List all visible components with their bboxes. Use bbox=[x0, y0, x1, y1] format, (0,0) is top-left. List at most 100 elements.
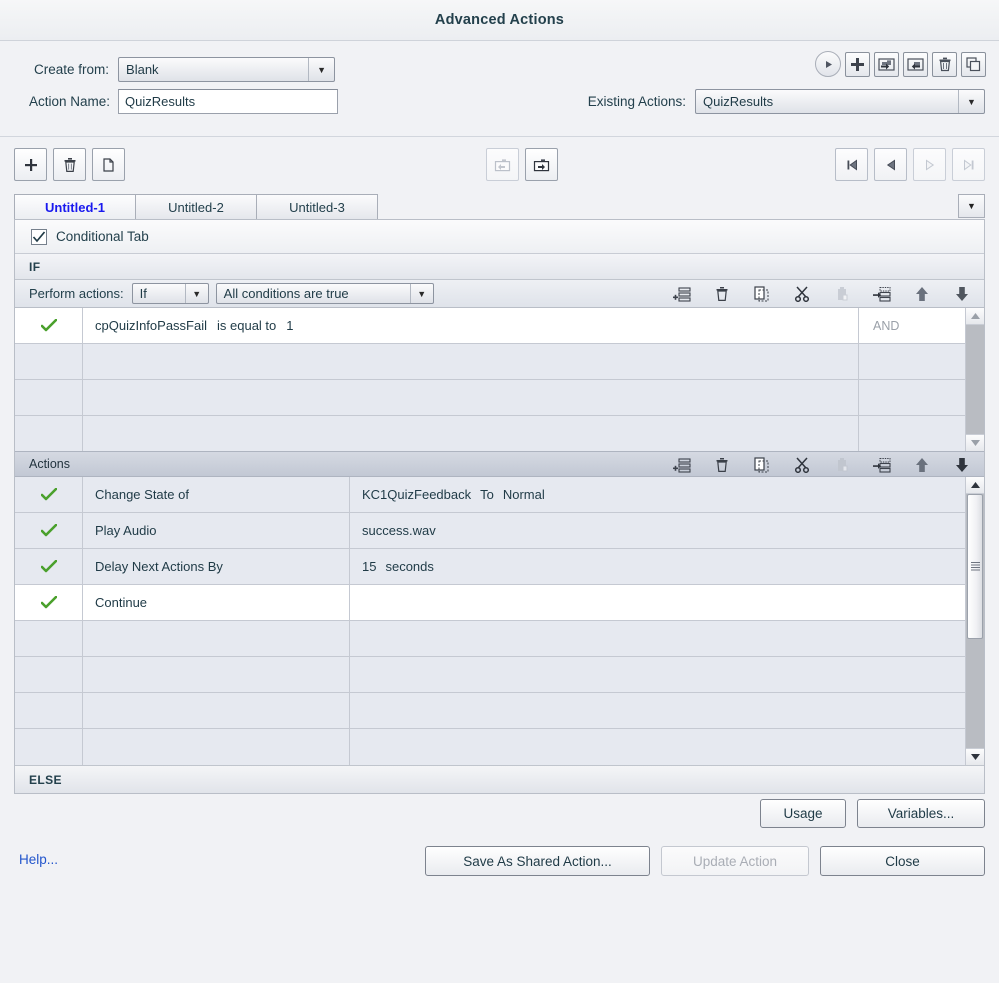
delete-action-icon[interactable] bbox=[53, 148, 86, 181]
insert-row-icon[interactable] bbox=[872, 455, 892, 475]
paste-row-icon[interactable] bbox=[832, 284, 852, 304]
condition-logic-cell[interactable] bbox=[858, 416, 965, 452]
update-action-button[interactable]: Update Action bbox=[661, 846, 809, 876]
action-name-cell[interactable] bbox=[83, 621, 350, 656]
copy-row-icon[interactable] bbox=[752, 284, 772, 304]
action-enabled-cell[interactable] bbox=[15, 657, 83, 692]
action-enabled-cell[interactable] bbox=[15, 729, 83, 765]
actions-scrollbar[interactable] bbox=[965, 477, 984, 765]
action-row[interactable]: Delay Next Actions By 15 seconds bbox=[15, 549, 965, 585]
scroll-down-icon[interactable] bbox=[966, 748, 984, 765]
action-enabled-cell[interactable] bbox=[15, 693, 83, 728]
action-enabled-cell[interactable] bbox=[15, 513, 83, 548]
duplicate-action-icon[interactable] bbox=[92, 148, 125, 181]
paste-row-icon[interactable] bbox=[832, 455, 852, 475]
condition-enabled-cell[interactable] bbox=[15, 416, 83, 452]
action-name-input[interactable] bbox=[118, 89, 339, 114]
condition-expression-cell[interactable] bbox=[83, 344, 858, 379]
action-params-cell[interactable]: success.wav bbox=[350, 513, 965, 548]
next-tab-icon[interactable] bbox=[913, 148, 946, 181]
scrollbar-thumb[interactable] bbox=[967, 494, 983, 639]
action-params-cell[interactable] bbox=[350, 693, 965, 728]
condition-row[interactable]: cpQuizInfoPassFail is equal to 1 AND bbox=[15, 308, 965, 344]
cut-row-icon[interactable] bbox=[792, 455, 812, 475]
export-folder-icon[interactable] bbox=[874, 51, 899, 77]
help-link[interactable]: Help... bbox=[19, 852, 58, 867]
action-params-cell[interactable]: KC1QuizFeedback To Normal bbox=[350, 477, 965, 512]
action-params-cell[interactable] bbox=[350, 729, 965, 765]
export-shared-action-icon[interactable] bbox=[525, 148, 558, 181]
tab-untitled-3[interactable]: Untitled-3 bbox=[256, 194, 378, 219]
insert-row-icon[interactable] bbox=[872, 284, 892, 304]
action-row[interactable] bbox=[15, 729, 965, 765]
usage-button[interactable]: Usage bbox=[760, 799, 846, 828]
copy-row-icon[interactable] bbox=[752, 455, 772, 475]
cut-row-icon[interactable] bbox=[792, 284, 812, 304]
action-name-cell[interactable]: Continue bbox=[83, 585, 350, 620]
scroll-down-icon[interactable] bbox=[966, 434, 984, 451]
action-name-cell[interactable] bbox=[83, 693, 350, 728]
condition-mode-dropdown[interactable]: All conditions are true ▼ bbox=[215, 283, 434, 304]
action-name-cell[interactable]: Delay Next Actions By bbox=[83, 549, 350, 584]
scroll-up-icon[interactable] bbox=[966, 477, 984, 494]
add-action-icon[interactable] bbox=[14, 148, 47, 181]
delete-row-icon[interactable] bbox=[712, 284, 732, 304]
save-as-shared-action-button[interactable]: Save As Shared Action... bbox=[425, 846, 650, 876]
action-name-cell[interactable]: Play Audio bbox=[83, 513, 350, 548]
conditions-scrollbar[interactable] bbox=[965, 308, 984, 451]
scrollbar-track[interactable] bbox=[966, 494, 984, 748]
add-row-icon[interactable] bbox=[672, 284, 692, 304]
condition-row[interactable] bbox=[15, 380, 965, 416]
action-name-cell[interactable] bbox=[83, 657, 350, 692]
delete-row-icon[interactable] bbox=[712, 455, 732, 475]
scroll-up-icon[interactable] bbox=[966, 308, 984, 325]
action-enabled-cell[interactable] bbox=[15, 621, 83, 656]
tab-untitled-2[interactable]: Untitled-2 bbox=[135, 194, 257, 219]
conditional-tab-checkbox[interactable] bbox=[31, 228, 47, 245]
scrollbar-track[interactable] bbox=[966, 325, 984, 434]
action-enabled-cell[interactable] bbox=[15, 477, 83, 512]
duplicate-icon[interactable] bbox=[961, 51, 986, 77]
action-enabled-cell[interactable] bbox=[15, 585, 83, 620]
move-down-icon[interactable] bbox=[952, 455, 972, 475]
action-name-cell[interactable] bbox=[83, 729, 350, 765]
action-row[interactable]: Play Audio success.wav bbox=[15, 513, 965, 549]
action-row[interactable] bbox=[15, 621, 965, 657]
condition-expression-cell[interactable] bbox=[83, 416, 858, 452]
perform-actions-dropdown[interactable]: If ▼ bbox=[131, 283, 209, 304]
create-from-dropdown[interactable]: Blank ▼ bbox=[118, 57, 336, 82]
action-name-cell[interactable]: Change State of bbox=[83, 477, 350, 512]
condition-expression-cell[interactable]: cpQuizInfoPassFail is equal to 1 bbox=[83, 308, 858, 343]
action-params-cell[interactable] bbox=[350, 621, 965, 656]
action-row[interactable]: Change State of KC1QuizFeedback To Norma… bbox=[15, 477, 965, 513]
first-tab-icon[interactable] bbox=[835, 148, 868, 181]
variables-button[interactable]: Variables... bbox=[857, 799, 985, 828]
action-params-cell[interactable] bbox=[350, 585, 965, 620]
existing-actions-dropdown[interactable]: QuizResults ▼ bbox=[695, 89, 985, 114]
condition-row[interactable] bbox=[15, 416, 965, 452]
condition-enabled-cell[interactable] bbox=[15, 380, 83, 415]
import-folder-icon[interactable] bbox=[903, 51, 928, 77]
condition-enabled-cell[interactable] bbox=[15, 344, 83, 379]
move-up-icon[interactable] bbox=[912, 284, 932, 304]
delete-trash-icon[interactable] bbox=[932, 51, 957, 77]
action-row[interactable] bbox=[15, 657, 965, 693]
close-button[interactable]: Close bbox=[820, 846, 985, 876]
condition-logic-cell[interactable] bbox=[858, 344, 965, 379]
action-params-cell[interactable] bbox=[350, 657, 965, 692]
tab-untitled-1[interactable]: Untitled-1 bbox=[14, 194, 136, 219]
add-icon[interactable] bbox=[845, 51, 870, 77]
action-row[interactable] bbox=[15, 693, 965, 729]
move-down-icon[interactable] bbox=[952, 284, 972, 304]
action-params-cell[interactable]: 15 seconds bbox=[350, 549, 965, 584]
condition-row[interactable] bbox=[15, 344, 965, 380]
last-tab-icon[interactable] bbox=[952, 148, 985, 181]
previous-tab-icon[interactable] bbox=[874, 148, 907, 181]
condition-logic-cell[interactable] bbox=[858, 380, 965, 415]
preview-play-icon[interactable] bbox=[815, 51, 841, 77]
tab-overflow-dropdown[interactable]: ▼ bbox=[958, 194, 985, 218]
add-row-icon[interactable] bbox=[672, 455, 692, 475]
import-shared-action-icon[interactable] bbox=[486, 148, 519, 181]
move-up-icon[interactable] bbox=[912, 455, 932, 475]
action-enabled-cell[interactable] bbox=[15, 549, 83, 584]
